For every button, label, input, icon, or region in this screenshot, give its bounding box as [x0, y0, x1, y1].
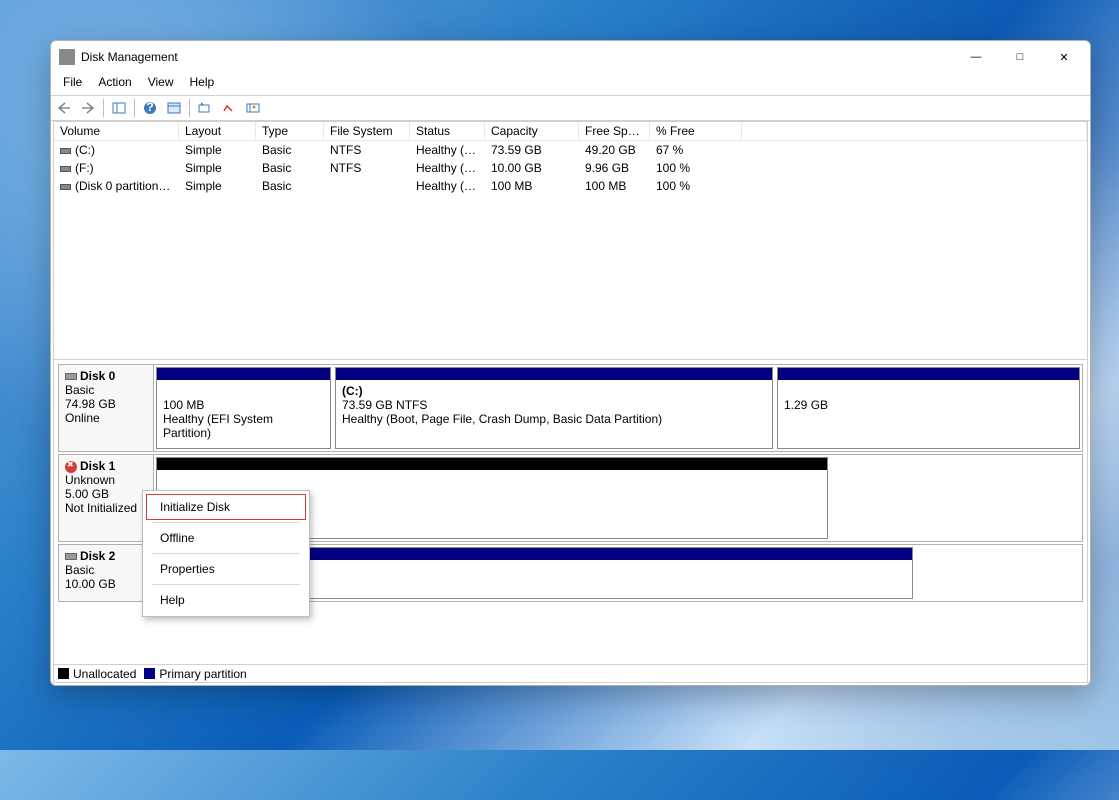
col-layout[interactable]: Layout [179, 122, 256, 140]
ctx-offline[interactable]: Offline [146, 525, 306, 551]
col-pctfree[interactable]: % Free [650, 122, 742, 140]
titlebar[interactable]: Disk Management — □ ✕ [51, 41, 1090, 73]
col-blank[interactable] [742, 122, 1087, 140]
volume-list[interactable]: Volume Layout Type File System Status Ca… [54, 122, 1087, 360]
context-menu-separator [152, 584, 300, 585]
toolbar: ? [51, 95, 1090, 121]
col-type[interactable]: Type [256, 122, 324, 140]
legend: Unallocated Primary partition [54, 664, 1087, 682]
col-freespace[interactable]: Free Spa... [579, 122, 650, 140]
partition-header-primary [157, 368, 330, 380]
legend-swatch-unallocated [58, 668, 69, 679]
close-button[interactable]: ✕ [1042, 42, 1086, 72]
col-volume[interactable]: Volume [54, 122, 179, 140]
disk-management-window: Disk Management — □ ✕ File Action View H… [50, 40, 1091, 686]
rescan-disks-button[interactable] [218, 97, 240, 119]
minimize-button[interactable]: — [954, 42, 998, 72]
help-button[interactable]: ? [139, 97, 161, 119]
volume-icon [60, 148, 71, 154]
volume-list-header: Volume Layout Type File System Status Ca… [54, 122, 1087, 141]
disk-graphical-view[interactable]: Disk 0 Basic 74.98 GB Online 100 MB Heal… [54, 360, 1087, 664]
disk-info[interactable]: Disk 1 Unknown 5.00 GB Not Initialized [59, 455, 154, 541]
disk-row[interactable]: Disk 0 Basic 74.98 GB Online 100 MB Heal… [58, 364, 1083, 452]
ctx-properties[interactable]: Properties [146, 556, 306, 582]
disk-icon [65, 373, 77, 380]
partition[interactable]: 1.29 GB [777, 367, 1080, 449]
settings-button[interactable] [163, 97, 185, 119]
ctx-help[interactable]: Help [146, 587, 306, 613]
col-capacity[interactable]: Capacity [485, 122, 579, 140]
menu-action[interactable]: Action [90, 73, 139, 95]
context-menu-separator [152, 522, 300, 523]
more-actions-button[interactable] [242, 97, 264, 119]
volume-icon [60, 184, 71, 190]
disk-info[interactable]: Disk 0 Basic 74.98 GB Online [59, 365, 154, 451]
ctx-initialize-disk[interactable]: Initialize Disk [146, 494, 306, 520]
content-area: Volume Layout Type File System Status Ca… [53, 121, 1088, 683]
maximize-button[interactable]: □ [998, 42, 1042, 72]
toolbar-separator [189, 99, 190, 117]
col-status[interactable]: Status [410, 122, 485, 140]
context-menu-separator [152, 553, 300, 554]
volume-row[interactable]: (Disk 0 partition 1) Simple Basic Health… [54, 177, 1087, 195]
app-icon [59, 49, 75, 65]
volume-row[interactable]: (F:) Simple Basic NTFS Healthy (P... 10.… [54, 159, 1087, 177]
menu-help[interactable]: Help [182, 73, 223, 95]
legend-label-unallocated: Unallocated [73, 667, 136, 681]
partition-header-unallocated [157, 458, 827, 470]
disk-icon [65, 553, 77, 560]
partition-header-primary [778, 368, 1079, 380]
forward-button[interactable] [77, 97, 99, 119]
legend-swatch-primary [144, 668, 155, 679]
partition[interactable]: 100 MB Healthy (EFI System Partition) [156, 367, 331, 449]
volume-icon [60, 166, 71, 172]
context-menu: Initialize Disk Offline Properties Help [142, 490, 310, 617]
show-hide-console-tree-button[interactable] [108, 97, 130, 119]
refresh-button[interactable] [194, 97, 216, 119]
window-title: Disk Management [81, 50, 954, 64]
toolbar-separator [103, 99, 104, 117]
partition[interactable]: (C:) 73.59 GB NTFS Healthy (Boot, Page F… [335, 367, 773, 449]
partition-header-primary [336, 368, 772, 380]
toolbar-separator [134, 99, 135, 117]
legend-label-primary: Primary partition [159, 667, 246, 681]
menu-view[interactable]: View [140, 73, 182, 95]
volume-row[interactable]: (C:) Simple Basic NTFS Healthy (B... 73.… [54, 141, 1087, 159]
disk-error-icon [65, 461, 77, 473]
col-filesystem[interactable]: File System [324, 122, 410, 140]
back-button[interactable] [53, 97, 75, 119]
svg-text:?: ? [146, 101, 153, 114]
menubar: File Action View Help [51, 73, 1090, 95]
menu-file[interactable]: File [55, 73, 90, 95]
disk-info[interactable]: Disk 2 Basic 10.00 GB [59, 545, 154, 601]
